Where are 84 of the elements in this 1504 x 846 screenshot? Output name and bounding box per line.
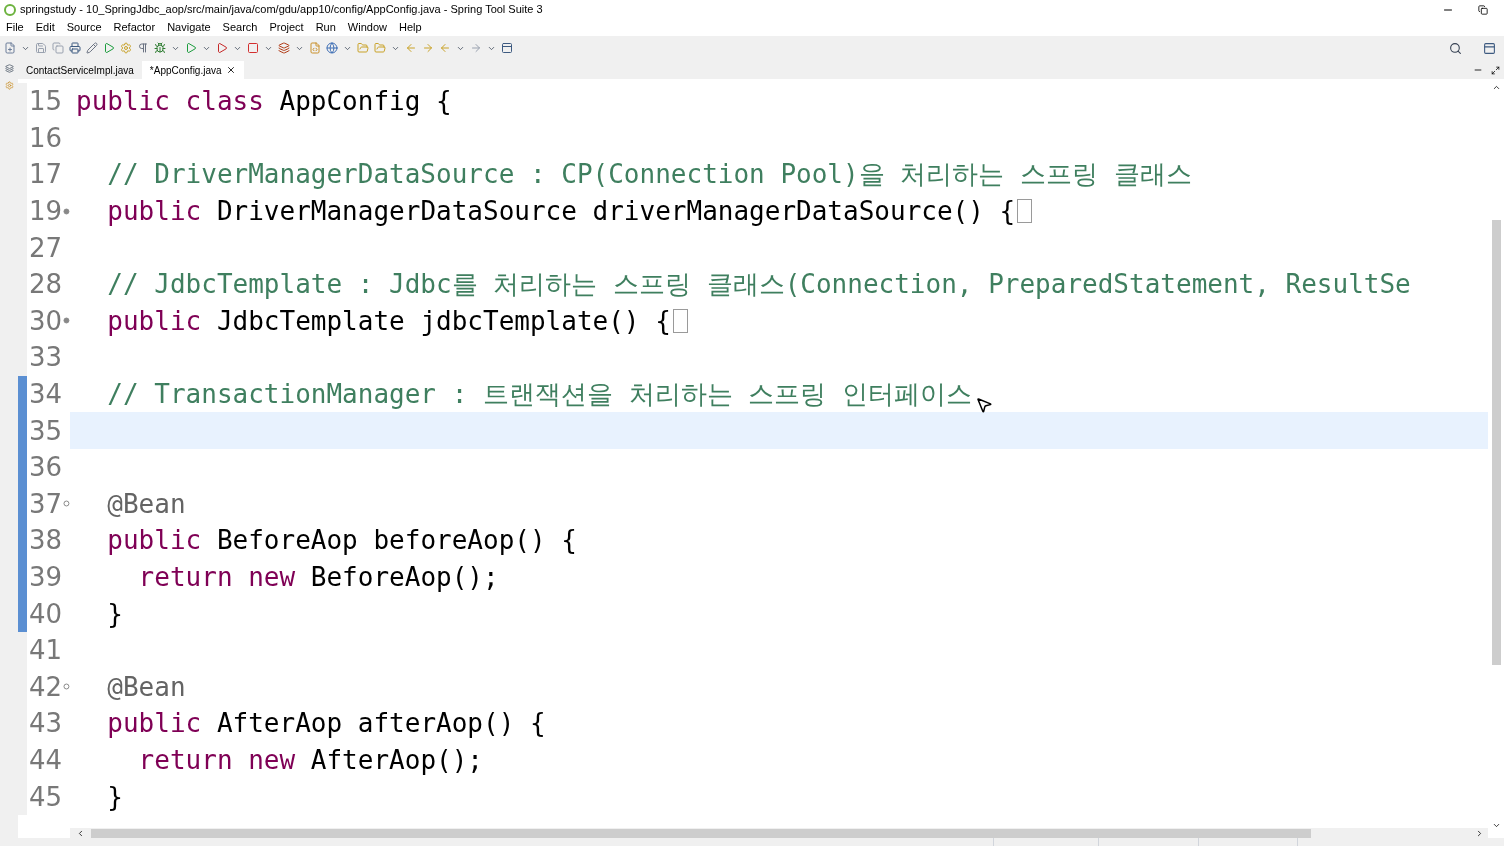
menu-item[interactable]: Project [263, 19, 310, 36]
menu-item[interactable]: Refactor [107, 19, 162, 36]
menu-item[interactable]: Search [216, 19, 264, 36]
line-number: 34 [28, 381, 63, 408]
pencil-icon[interactable] [86, 42, 98, 54]
code-line: return new AfterAop(); [137, 747, 483, 773]
vertical-scrollbar-thumb[interactable] [1491, 220, 1501, 665]
line-number: 45 [28, 783, 63, 810]
code-line: public AfterAop afterAop() { [106, 710, 546, 737]
horizontal-scrollbar-thumb[interactable] [91, 828, 1311, 838]
line-number: 41 [28, 637, 63, 664]
code-line: return new BeforeAop(); [137, 564, 499, 590]
mouse-cursor-icon [975, 396, 993, 414]
code-line: public DriverManagerDataSource driverManagerDataSource() { [106, 198, 1016, 225]
line-number: 43 [28, 710, 63, 737]
layers-icon[interactable] [278, 42, 290, 54]
code-line: // JdbcTemplate : Jdbc를 처리하는 스프링 클래스(Connection, PreparedStatement, ResultSe [106, 271, 1411, 298]
folder-icon[interactable] [374, 42, 386, 54]
code-line: public BeforeAop beforeAop() { [106, 527, 577, 554]
restore-view-icon[interactable] [4, 64, 14, 73]
code-line: } [106, 600, 123, 627]
line-number: 16 [28, 124, 63, 151]
save-all-icon[interactable] [52, 42, 64, 54]
editor-tab[interactable]: *AppConfig.java [141, 61, 244, 79]
line-number: 19 [28, 198, 63, 225]
run-icon[interactable] [185, 42, 197, 54]
fold-marker-icon[interactable] [63, 683, 70, 691]
line-number: 36 [28, 454, 63, 481]
perspective-icon[interactable] [1483, 41, 1496, 55]
close-icon[interactable] [225, 65, 236, 75]
new-file-icon[interactable] [4, 42, 16, 54]
code-line: } [106, 783, 123, 810]
run-icon[interactable] [216, 42, 228, 54]
code-line: @Bean [106, 490, 186, 517]
folder-icon[interactable] [357, 42, 369, 54]
line-number: 15 [28, 88, 63, 115]
bug-icon[interactable] [154, 42, 166, 54]
folded-code-icon[interactable] [672, 308, 688, 333]
line-number: 35 [28, 417, 63, 444]
fold-marker-icon[interactable] [63, 317, 70, 325]
line-number: 42 [28, 673, 63, 700]
menu-item[interactable]: Window [341, 19, 393, 36]
scroll-down-icon[interactable] [1491, 821, 1501, 830]
line-number: 37 [28, 490, 63, 517]
code-line: // TransactionManager : 트랜잭션을 처리하는 스프링 인터페이스 [106, 381, 972, 408]
menu-item[interactable]: Help [393, 19, 428, 36]
app-logo-icon [4, 3, 16, 16]
folded-code-icon[interactable] [1017, 199, 1033, 224]
print-icon[interactable] [69, 42, 81, 54]
line-number: 17 [28, 161, 63, 188]
code-line: @Bean [106, 673, 186, 700]
fold-marker-icon[interactable] [63, 207, 70, 215]
code-line: // DriverManagerDataSource : CP(Connection Pool)을 처리하는 스프링 클래스 [106, 161, 1192, 188]
line-number: 33 [28, 344, 63, 371]
line-number: 30 [28, 307, 63, 334]
save-icon[interactable] [35, 42, 47, 54]
window-title: springstudy - 10_SpringJdbc_aop/src/main/java/com/gdu/app10/config/AppConfig.java - Spring Tool Suite 3 [20, 2, 543, 18]
line-number: 28 [28, 271, 63, 298]
scroll-right-icon[interactable] [1475, 828, 1484, 838]
run-icon[interactable] [103, 42, 115, 54]
line-number: 39 [28, 564, 63, 590]
maximize-icon[interactable] [1491, 66, 1500, 75]
menu-item[interactable]: Navigate [161, 19, 217, 36]
line-number: 40 [28, 600, 63, 627]
stop-icon[interactable] [247, 42, 259, 54]
line-number: 44 [28, 747, 63, 773]
menu-item[interactable]: File [0, 19, 30, 36]
menu-item[interactable]: Source [60, 19, 108, 36]
file-code-icon[interactable] [309, 42, 321, 54]
gear-icon[interactable] [120, 42, 132, 54]
globe-icon[interactable] [326, 42, 338, 54]
scroll-up-icon[interactable] [1491, 83, 1501, 92]
scroll-left-icon[interactable] [76, 828, 85, 838]
menu-item[interactable]: Edit [29, 19, 61, 36]
search-icon[interactable] [1449, 41, 1462, 55]
window-icon[interactable] [501, 42, 513, 54]
menu-item[interactable]: Run [309, 19, 342, 36]
line-number: 27 [28, 234, 63, 261]
line-number: 38 [28, 527, 63, 554]
pilcrow-icon[interactable] [137, 42, 149, 54]
code-line: public JdbcTemplate jdbcTemplate() { [106, 307, 671, 334]
fold-marker-icon[interactable] [63, 500, 70, 508]
restore-icon[interactable] [1478, 4, 1488, 15]
code-line: public class AppConfig { [75, 88, 452, 115]
